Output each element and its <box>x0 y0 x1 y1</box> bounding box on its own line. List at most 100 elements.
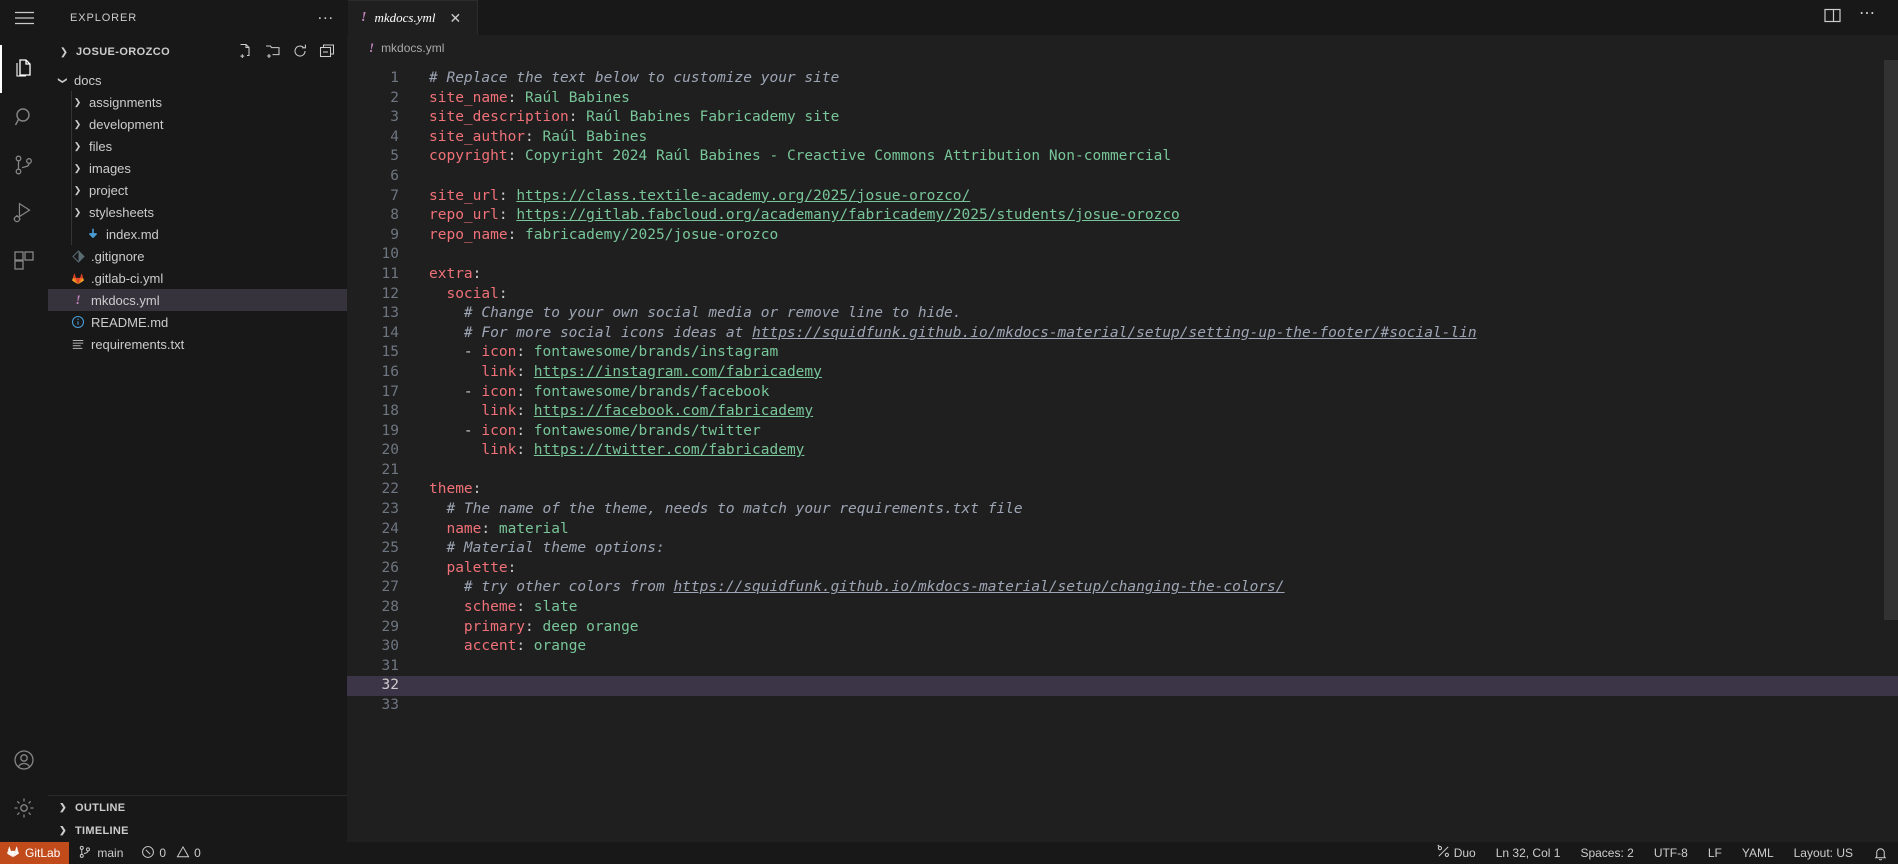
tree-item-label: docs <box>74 72 102 88</box>
status-warning-count: 0 <box>194 846 201 860</box>
tree-item-label: requirements.txt <box>91 336 185 352</box>
status-encoding[interactable]: UTF-8 <box>1644 842 1698 864</box>
chevron-right-icon: ❯ <box>73 96 82 107</box>
git-file-icon <box>70 248 86 264</box>
status-error-count: 0 <box>159 846 167 860</box>
chevron-down-icon: ❯ <box>59 46 69 58</box>
chevron-right-icon: ❯ <box>73 118 82 129</box>
chevron-right-icon: ❯ <box>73 162 82 173</box>
status-branch[interactable]: main <box>69 842 132 864</box>
yaml-file-icon: ! <box>75 292 81 307</box>
accounts-button[interactable] <box>0 736 48 784</box>
tab-mkdocs-yml[interactable]: ! mkdocs.yml ✕ <box>348 0 478 35</box>
activity-bar <box>0 35 48 842</box>
tree-item-stylesheets[interactable]: ❯ stylesheets <box>48 201 347 223</box>
status-notifications[interactable] <box>1863 842 1898 864</box>
tree-item-images[interactable]: ❯ images <box>48 157 347 179</box>
new-file-icon[interactable] <box>238 43 254 62</box>
tree-item-label: files <box>89 138 113 154</box>
title-bar: EXPLORER ... ! mkdocs.yml ✕ ⋯ <box>0 0 1898 35</box>
sidebar-item-run-and-debug[interactable] <box>0 189 48 237</box>
tree-item-label: index.md <box>106 226 159 242</box>
sidebar-item-extensions[interactable] <box>0 237 48 285</box>
tree-item-files[interactable]: ❯ files <box>48 135 347 157</box>
sidebar-item-source-control[interactable] <box>0 141 48 189</box>
chevron-right-icon: ❯ <box>59 802 67 812</box>
tree-item-label: .gitignore <box>91 248 145 264</box>
tree-item-label: mkdocs.yml <box>91 292 160 308</box>
status-problems[interactable]: 0 0 <box>132 842 209 864</box>
tree-item-label: .gitlab-ci.yml <box>91 270 164 286</box>
tree-item-label: project <box>89 182 129 198</box>
error-circle-icon <box>141 845 155 862</box>
tree-item-label: assignments <box>89 94 162 110</box>
gitlab-fox-icon <box>70 270 86 286</box>
sidebar-item-search[interactable] <box>0 93 48 141</box>
status-indentation[interactable]: Spaces: 2 <box>1570 842 1643 864</box>
warning-triangle-icon <box>176 845 190 862</box>
status-gitlab[interactable]: GitLab <box>0 842 70 864</box>
status-language-mode[interactable]: YAML <box>1732 842 1784 864</box>
panel-outline-label: OUTLINE <box>75 801 126 814</box>
tree-item-label: images <box>89 160 131 176</box>
status-cursor-position[interactable]: Ln 32, Col 1 <box>1486 842 1571 864</box>
code-content[interactable]: 1 # Replace the text below to customize y… <box>347 60 1898 716</box>
editor-scrollbar[interactable] <box>1884 60 1898 842</box>
gear-settings-icon[interactable] <box>0 784 48 832</box>
new-folder-icon[interactable] <box>265 43 281 62</box>
ellipsis-icon[interactable]: ⋯ <box>1859 5 1876 26</box>
yaml-file-icon: ! <box>369 39 375 55</box>
tree-item-mkdocs-yml[interactable]: ! mkdocs.yml <box>48 289 347 311</box>
sidebar-item-explorer[interactable] <box>0 45 48 93</box>
split-editor-right-icon[interactable] <box>1824 7 1841 29</box>
ellipsis-icon[interactable]: ... <box>318 6 334 25</box>
tree-item-development[interactable]: ❯ development <box>48 113 347 135</box>
status-duo-label: Duo <box>1453 846 1476 860</box>
close-x-icon[interactable]: ✕ <box>449 11 461 25</box>
breadcrumb[interactable]: ! mkdocs.yml <box>347 35 1898 60</box>
file-tree[interactable]: ❯ docs ❯ assignments ❯ development ❯ files ❯ imag… <box>48 65 347 795</box>
tree-item-gitignore[interactable]: .gitignore <box>48 245 347 267</box>
status-keyboard-layout[interactable]: Layout: US <box>1784 842 1863 864</box>
editor-pane: ! mkdocs.yml 1 # Replace the text below t… <box>347 35 1898 842</box>
tree-item-gitlab-ci-yml[interactable]: .gitlab-ci.yml <box>48 267 347 289</box>
chevron-right-icon: ❯ <box>73 140 82 151</box>
tree-item-label: README.md <box>91 314 169 330</box>
yaml-file-icon: ! <box>361 10 367 25</box>
workspace-root-header[interactable]: ❯ JOSUE-OROZCO <box>48 39 347 65</box>
refresh-icon[interactable] <box>292 43 308 62</box>
code-area[interactable]: 1 # Replace the text below to customize y… <box>347 60 1898 842</box>
panel-timeline[interactable]: ❯ TIMELINE <box>48 819 347 842</box>
tab-label: mkdocs.yml <box>374 10 436 25</box>
chevron-down-icon: ❯ <box>58 76 68 84</box>
source-control-branch-icon <box>78 845 92 862</box>
collapse-all-icon[interactable] <box>319 43 335 62</box>
panel-outline[interactable]: ❯ OUTLINE <box>48 796 347 819</box>
editor-actions: ⋯ <box>1814 0 1898 35</box>
tree-item-docs[interactable]: ❯ docs <box>48 69 347 91</box>
status-bar: GitLab main 0 0 Duo Ln 32, Col 1 Spaces:… <box>0 842 1898 864</box>
tree-item-label: development <box>89 116 164 132</box>
explorer-title: EXPLORER <box>70 11 138 24</box>
gitlab-fox-icon <box>6 845 20 861</box>
tree-item-assignments[interactable]: ❯ assignments <box>48 91 347 113</box>
breadcrumb-label: mkdocs.yml <box>381 40 445 55</box>
tab-bar: ! mkdocs.yml ✕ <box>348 0 1814 35</box>
tree-item-index-md[interactable]: index.md <box>48 223 347 245</box>
tree-item-label: stylesheets <box>89 204 155 220</box>
tree-item-project[interactable]: ❯ project <box>48 179 347 201</box>
explorer-sidebar: ❯ JOSUE-OROZCO ❯ docs ❯ assignments ❯ de… <box>48 35 347 842</box>
hamburger-menu-icon[interactable] <box>0 0 48 35</box>
status-eol[interactable]: LF <box>1698 842 1732 864</box>
info-circle-icon <box>70 314 86 330</box>
tree-item-requirements-txt[interactable]: requirements.txt <box>48 333 347 355</box>
tree-indent-guide <box>71 91 72 245</box>
markdown-file-icon <box>85 226 101 242</box>
status-duo[interactable]: Duo <box>1426 842 1486 864</box>
chevron-right-icon: ❯ <box>59 825 67 835</box>
tree-item-readme-md[interactable]: README.md <box>48 311 347 333</box>
chevron-right-icon: ❯ <box>73 184 82 195</box>
text-lines-icon <box>70 336 86 352</box>
chevron-right-icon: ❯ <box>73 206 82 217</box>
sidebar-panels: ❯ OUTLINE ❯ TIMELINE <box>48 795 347 842</box>
